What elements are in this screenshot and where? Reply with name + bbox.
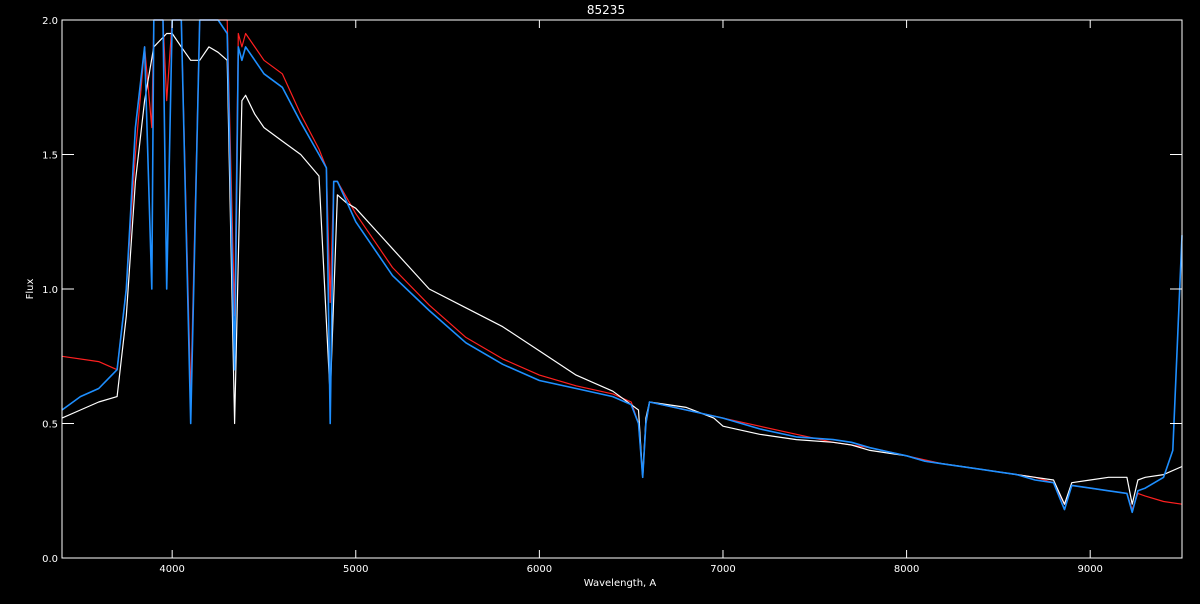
y-tick-label: 2.0 — [42, 16, 58, 27]
chart-container: 4000 5000 6000 7000 8000 9000 0.0 0.5 1.0 1.5 2.0… — [0, 0, 1200, 600]
plot-background — [0, 0, 1200, 600]
y-tick-label: 0.0 — [42, 554, 58, 565]
y-tick-label: 0.5 — [42, 420, 58, 431]
spectrum-chart: 4000 5000 6000 7000 8000 9000 0.0 0.5 1.0 1.5 2.0… — [0, 0, 1200, 600]
y-axis-title: Flux — [25, 279, 36, 300]
x-tick-label: 8000 — [894, 564, 919, 575]
x-tick-label: 7000 — [710, 564, 735, 575]
x-tick-label: 4000 — [159, 564, 184, 575]
y-tick-label: 1.0 — [42, 285, 58, 296]
chart-title: 85235 — [587, 3, 625, 17]
x-tick-label: 9000 — [1077, 564, 1102, 575]
y-tick-label: 1.5 — [42, 151, 58, 162]
x-axis-title: Wavelength, A — [584, 578, 657, 589]
x-tick-label: 6000 — [527, 564, 552, 575]
x-tick-label: 5000 — [343, 564, 368, 575]
